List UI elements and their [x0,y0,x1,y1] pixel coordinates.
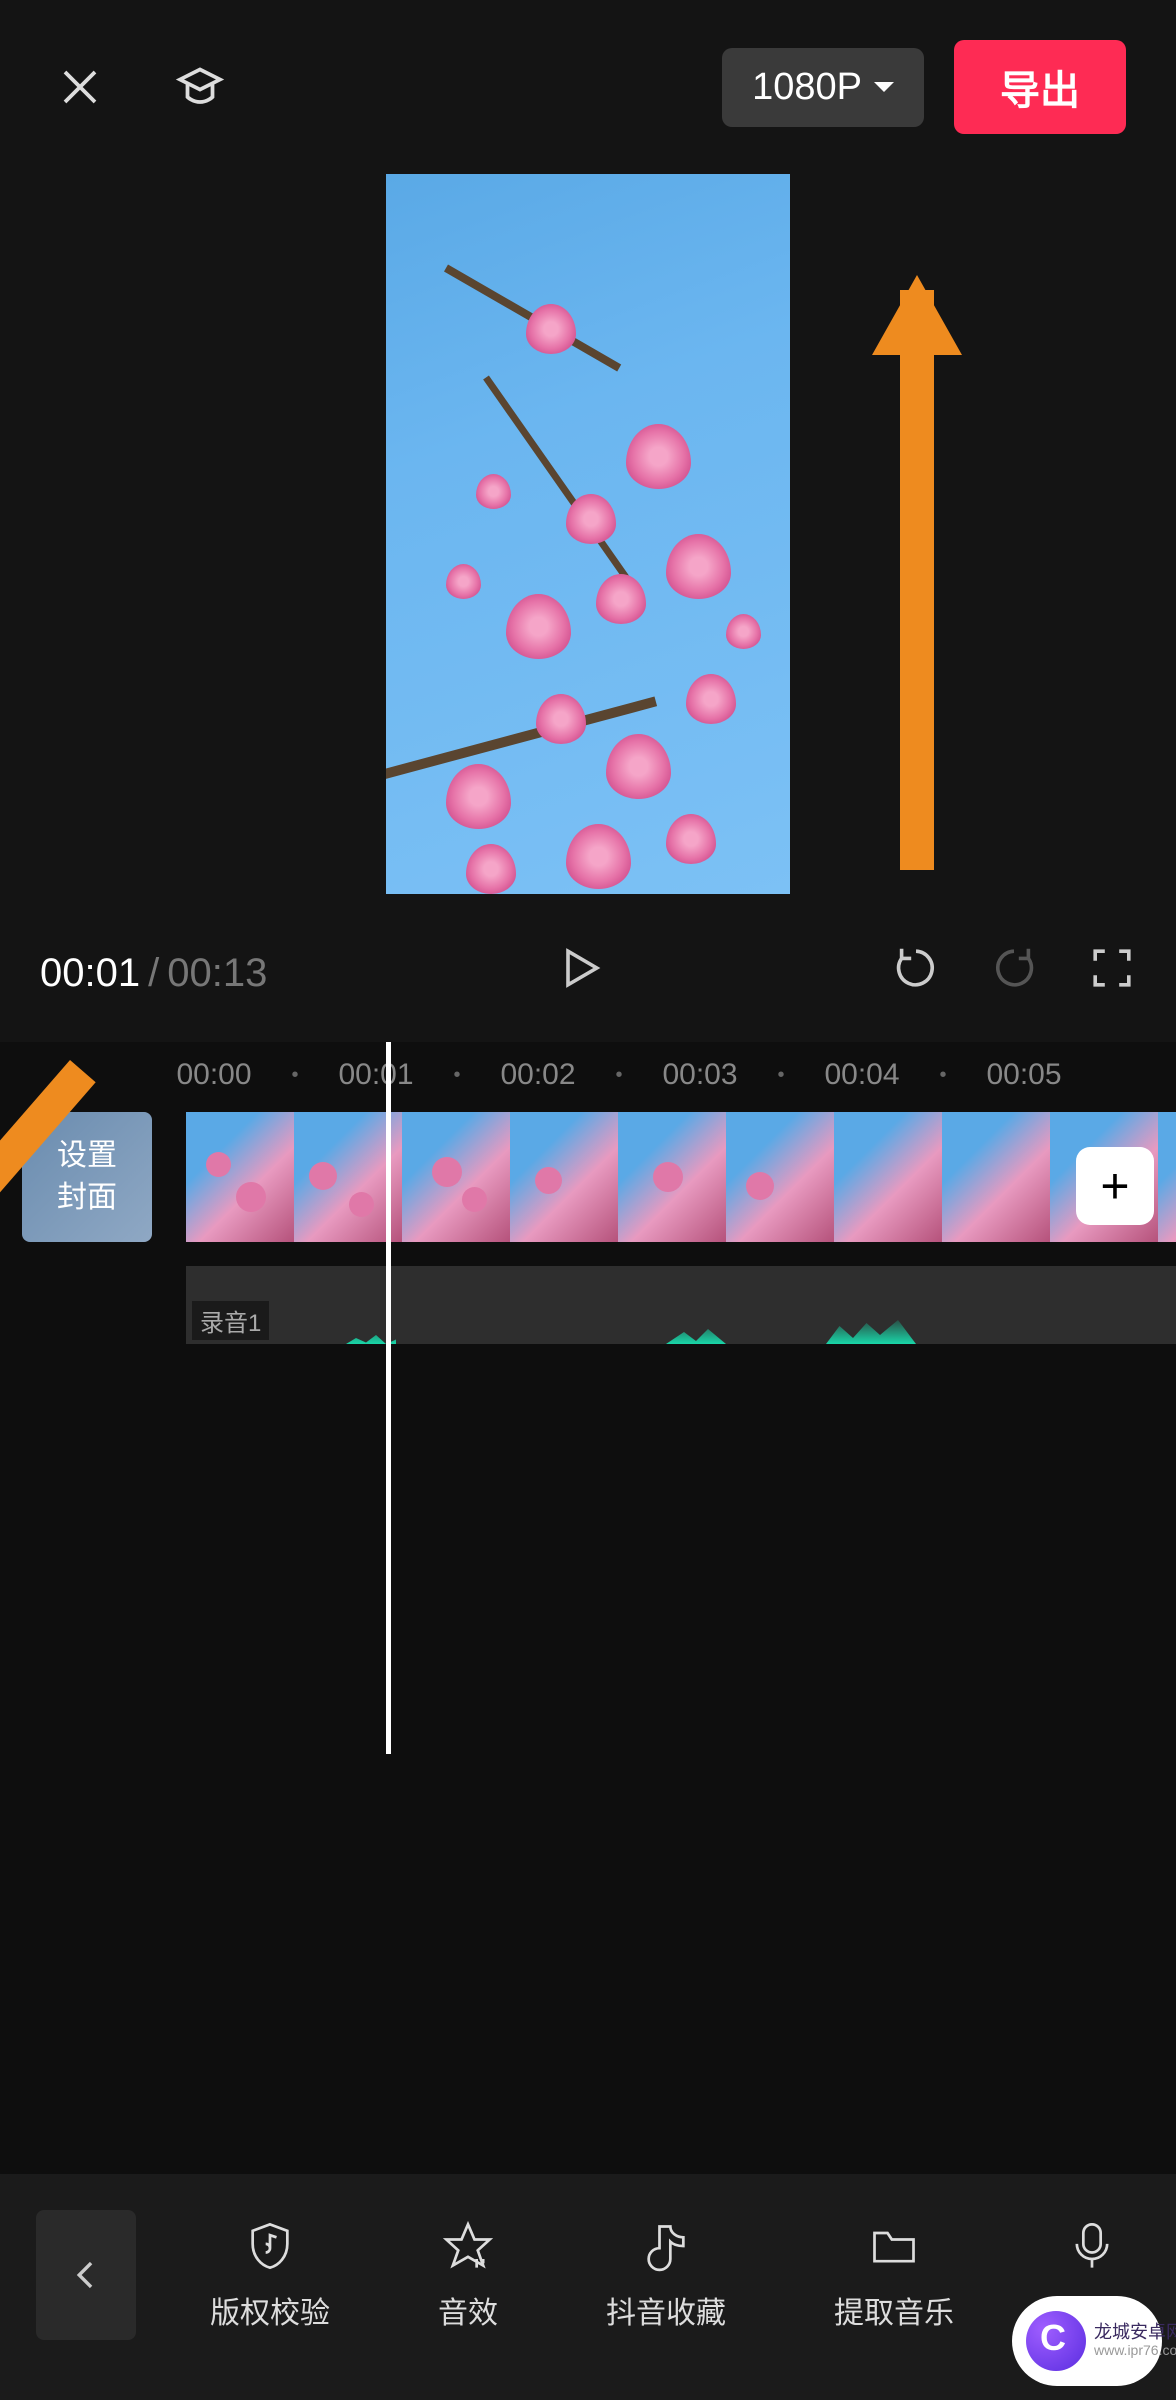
tool-label: 音效 [438,2288,498,2332]
ruler-tick: 00:00 [160,1058,268,1092]
microphone-icon [1064,2218,1120,2274]
clip-thumbnail[interactable] [402,1112,510,1242]
export-button[interactable]: 导出 [954,40,1126,134]
audio-waveform [826,1314,916,1344]
clip-thumbnail[interactable] [834,1112,942,1242]
clip-thumbnail[interactable] [618,1112,726,1242]
timeline[interactable]: 00:00 • 00:01 • 00:02 • 00:03 • 00:04 • … [0,1042,1176,1374]
video-track[interactable] [186,1112,1176,1242]
set-cover-button[interactable]: 设置 封面 [22,1112,152,1242]
bottom-toolbar: 版权校验 音效 抖音收藏 提取音乐 [0,2174,1176,2400]
redo-button[interactable] [990,944,1038,1002]
tool-sound-effect[interactable]: 音效 [438,2218,498,2332]
audio-waveform [666,1314,726,1344]
fullscreen-button[interactable] [1088,944,1136,1002]
close-button[interactable] [50,57,110,117]
ruler-tick: 00:01 [322,1058,430,1092]
ruler-tick: 00:03 [646,1058,754,1092]
tool-douyin-favorites[interactable]: 抖音收藏 [606,2218,726,2332]
video-editor-root: 1080P 导出 00:01 / 00:1 [0,0,1176,2400]
ruler-tick: 00:05 [970,1058,1078,1092]
tool-extract-music[interactable]: 提取音乐 [834,2218,954,2332]
current-time: 00:01 [40,951,140,996]
tool-copyright[interactable]: 版权校验 [210,2218,330,2332]
tracks: 设置 封面 + 录音1 [0,1112,1176,1344]
audio-track-label: 录音1 [192,1301,269,1340]
playback-controls: 00:01 / 00:13 [0,924,1176,1042]
clip-thumbnail[interactable] [942,1112,1050,1242]
shield-music-icon [242,2218,298,2274]
music-note-icon [638,2218,694,2274]
video-preview[interactable] [386,174,790,894]
tool-label: 提取音乐 [834,2288,954,2332]
time-separator: / [148,951,159,996]
resolution-dropdown[interactable]: 1080P [722,48,924,127]
clip-thumbnail[interactable] [1158,1112,1176,1242]
clip-thumbnail[interactable] [726,1112,834,1242]
top-bar: 1080P 导出 [0,0,1176,154]
ruler-tick: 00:02 [484,1058,592,1092]
folder-icon [866,2218,922,2274]
preview-area [0,154,1176,924]
time-ruler[interactable]: 00:00 • 00:01 • 00:02 • 00:03 • 00:04 • … [0,1042,1176,1112]
duration: 00:13 [167,951,267,996]
tutorial-icon[interactable] [170,57,230,117]
toolbar-back-button[interactable] [36,2210,136,2340]
ruler-tick: 00:04 [808,1058,916,1092]
watermark-url: www.ipr76.com [1094,2343,1176,2358]
audio-track[interactable]: 录音1 [186,1266,1176,1344]
clip-thumbnail[interactable] [186,1112,294,1242]
tool-label: 版权校验 [210,2288,330,2332]
undo-button[interactable] [892,944,940,1002]
add-clip-button[interactable]: + [1076,1147,1154,1225]
site-watermark: 龙城安卓网 www.ipr76.com [1012,2296,1162,2386]
resolution-label: 1080P [752,66,862,109]
clip-thumbnail[interactable] [510,1112,618,1242]
spacer [0,1374,1176,2174]
watermark-logo-icon [1026,2311,1086,2371]
star-icon [440,2218,496,2274]
watermark-name: 龙城安卓网 [1094,2323,1176,2343]
playhead[interactable] [386,1042,391,1754]
play-button[interactable] [556,944,604,1002]
tool-label: 抖音收藏 [606,2288,726,2332]
